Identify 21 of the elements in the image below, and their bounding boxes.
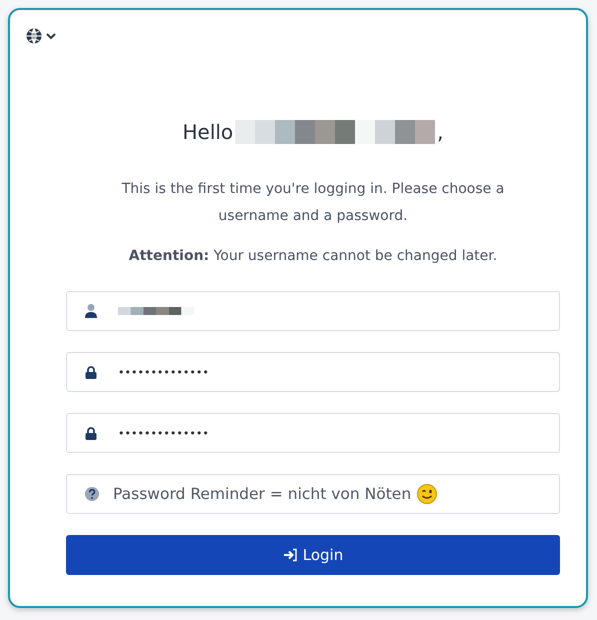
reminder-field[interactable]: Password Reminder = nicht von Nöten: [66, 474, 560, 514]
lock-icon: [85, 365, 99, 379]
greeting-text: Hello: [182, 120, 234, 144]
password-field[interactable]: ••••••••••••••: [66, 352, 560, 392]
password-value: ••••••••••••••: [118, 426, 209, 440]
reminder-value: Password Reminder = nicht von Nöten: [113, 485, 412, 503]
question-icon: [85, 487, 99, 501]
user-icon: [85, 304, 99, 318]
login-button[interactable]: Login: [66, 535, 560, 575]
username-field[interactable]: [66, 291, 560, 331]
chevron-down-icon: [46, 32, 56, 40]
globe-icon: [26, 28, 42, 44]
password-value: ••••••••••••••: [118, 366, 209, 378]
winking-face-icon: [417, 484, 438, 504]
lock-icon: [85, 426, 99, 440]
sign-in-icon: [282, 548, 297, 562]
password-field[interactable]: ••••••••••••••: [66, 413, 560, 453]
intro-text: This is the first time you're logging in. Please choose a username and a password.: [120, 180, 506, 226]
language-menu[interactable]: [24, 26, 58, 46]
attention-text: Attention: Your username cannot be changed later.: [128, 248, 498, 264]
comma-text: ,: [437, 120, 444, 144]
